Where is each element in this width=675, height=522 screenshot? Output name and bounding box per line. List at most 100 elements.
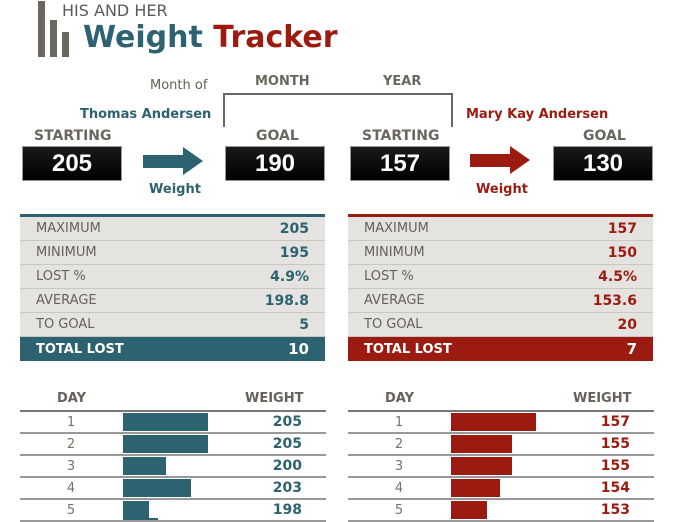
her-weight-bar — [451, 501, 487, 519]
total-lost-value: 10 — [288, 340, 309, 358]
her-goal-label: GOAL — [583, 128, 626, 144]
total-lost-label: TOTAL LOST — [36, 341, 124, 357]
month-of-label: Month of — [150, 78, 208, 93]
day-number: 2 — [394, 437, 404, 452]
his-goal-label: GOAL — [256, 128, 299, 144]
day-number: 5 — [394, 503, 404, 518]
stat-value: 4.9% — [270, 268, 309, 285]
day-number: 4 — [66, 481, 76, 496]
stat-label: MINIMUM — [36, 245, 97, 260]
her-total-lost-row: TOTAL LOST 7 — [348, 337, 653, 361]
weight-value[interactable]: 198 — [242, 502, 302, 518]
her-daily-row: 3 155 — [348, 456, 654, 478]
stat-label: MINIMUM — [364, 245, 425, 260]
app-subtitle: HIS AND HER — [62, 1, 168, 20]
stat-value: 195 — [279, 244, 309, 261]
her-stat-row: AVERAGE 153.6 — [348, 289, 653, 313]
his-weight-bar — [123, 435, 208, 453]
weight-value[interactable]: 153 — [570, 502, 630, 518]
her-stat-row: MINIMUM 150 — [348, 241, 653, 265]
his-daily-table: DAY WEIGHT 1 205 2 205 3 200 4 203 5 198 — [20, 388, 326, 522]
his-stats-table: MAXIMUM 205 MINIMUM 195 LOST % 4.9% AVERAGE… — [20, 214, 325, 361]
stat-label: AVERAGE — [36, 293, 97, 308]
stat-value: 4.5% — [598, 268, 637, 285]
her-goal-weight[interactable]: 130 — [553, 146, 653, 181]
day-number: 3 — [66, 459, 76, 474]
her-stats-table: MAXIMUM 157 MINIMUM 150 LOST % 4.5% AVERAGE… — [348, 214, 653, 361]
his-stat-row: AVERAGE 198.8 — [20, 289, 325, 313]
her-stat-row: MAXIMUM 157 — [348, 217, 653, 241]
stat-label: MAXIMUM — [364, 221, 429, 236]
weight-value[interactable]: 157 — [570, 414, 630, 430]
her-daily-row: 1 157 — [348, 412, 654, 434]
his-weight-bar — [123, 501, 149, 519]
his-daily-row: 5 198 — [20, 500, 326, 522]
her-arrow-icon — [470, 146, 530, 174]
her-daily-header: DAY WEIGHT — [348, 388, 654, 412]
stat-label: LOST % — [364, 269, 414, 284]
her-starting-label: STARTING — [362, 128, 440, 144]
his-stat-row: TO GOAL 5 — [20, 313, 325, 337]
her-daily-row: 5 153 — [348, 500, 654, 522]
his-starting-label: STARTING — [34, 128, 112, 144]
day-header: DAY — [385, 391, 415, 406]
his-goal-weight[interactable]: 190 — [225, 146, 325, 181]
stat-value: 20 — [617, 316, 637, 333]
title-weight: Weight — [83, 20, 203, 55]
weight-value[interactable]: 200 — [242, 458, 302, 474]
weight-value[interactable]: 155 — [570, 436, 630, 452]
weight-value[interactable]: 205 — [242, 436, 302, 452]
his-name[interactable]: Thomas Andersen — [80, 107, 211, 122]
her-weight-label: Weight — [476, 182, 528, 197]
stat-value: 205 — [279, 220, 309, 237]
stat-label: TO GOAL — [364, 317, 423, 332]
weight-value[interactable]: 155 — [570, 458, 630, 474]
her-daily-table: DAY WEIGHT 1 157 2 155 3 155 4 154 5 153 — [348, 388, 654, 522]
stat-value: 198.8 — [264, 292, 309, 309]
total-lost-label: TOTAL LOST — [364, 341, 452, 357]
her-starting-weight[interactable]: 157 — [350, 146, 450, 181]
weight-value[interactable]: 203 — [242, 480, 302, 496]
her-stat-row: LOST % 4.5% — [348, 265, 653, 289]
weight-header: WEIGHT — [245, 391, 304, 406]
his-weight-bar — [123, 457, 166, 475]
her-weight-bar — [451, 413, 536, 431]
day-number: 1 — [394, 415, 404, 430]
stat-value: 150 — [607, 244, 637, 261]
his-weight-bar — [123, 413, 208, 431]
his-starting-weight[interactable]: 205 — [22, 146, 122, 181]
stat-value: 153.6 — [592, 292, 637, 309]
stat-value: 157 — [607, 220, 637, 237]
title-tracker: Tracker — [213, 20, 338, 55]
her-weight-bar — [451, 435, 512, 453]
stat-label: AVERAGE — [364, 293, 425, 308]
his-daily-row: 2 205 — [20, 434, 326, 456]
stat-label: MAXIMUM — [36, 221, 101, 236]
month-year-input[interactable] — [223, 93, 453, 127]
his-daily-row: 1 205 — [20, 412, 326, 434]
day-number: 2 — [66, 437, 76, 452]
his-daily-row: 4 203 — [20, 478, 326, 500]
weight-value[interactable]: 154 — [570, 480, 630, 496]
his-daily-header: DAY WEIGHT — [20, 388, 326, 412]
his-weight-label: Weight — [149, 182, 201, 197]
total-lost-value: 7 — [626, 340, 637, 358]
day-number: 5 — [66, 503, 76, 518]
app-title: Weight Tracker — [83, 20, 338, 55]
his-stat-row: LOST % 4.9% — [20, 265, 325, 289]
her-weight-bar — [451, 479, 500, 497]
his-stat-row: MAXIMUM 205 — [20, 217, 325, 241]
her-name[interactable]: Mary Kay Andersen — [466, 107, 608, 122]
day-number: 4 — [394, 481, 404, 496]
stat-label: TO GOAL — [36, 317, 95, 332]
day-number: 3 — [394, 459, 404, 474]
year-label: YEAR — [383, 74, 422, 89]
stat-value: 5 — [299, 316, 309, 333]
his-total-lost-row: TOTAL LOST 10 — [20, 337, 325, 361]
weight-value[interactable]: 205 — [242, 414, 302, 430]
day-header: DAY — [57, 391, 87, 406]
day-number: 1 — [66, 415, 76, 430]
his-stat-row: MINIMUM 195 — [20, 241, 325, 265]
his-daily-row: 3 200 — [20, 456, 326, 478]
her-daily-row: 2 155 — [348, 434, 654, 456]
